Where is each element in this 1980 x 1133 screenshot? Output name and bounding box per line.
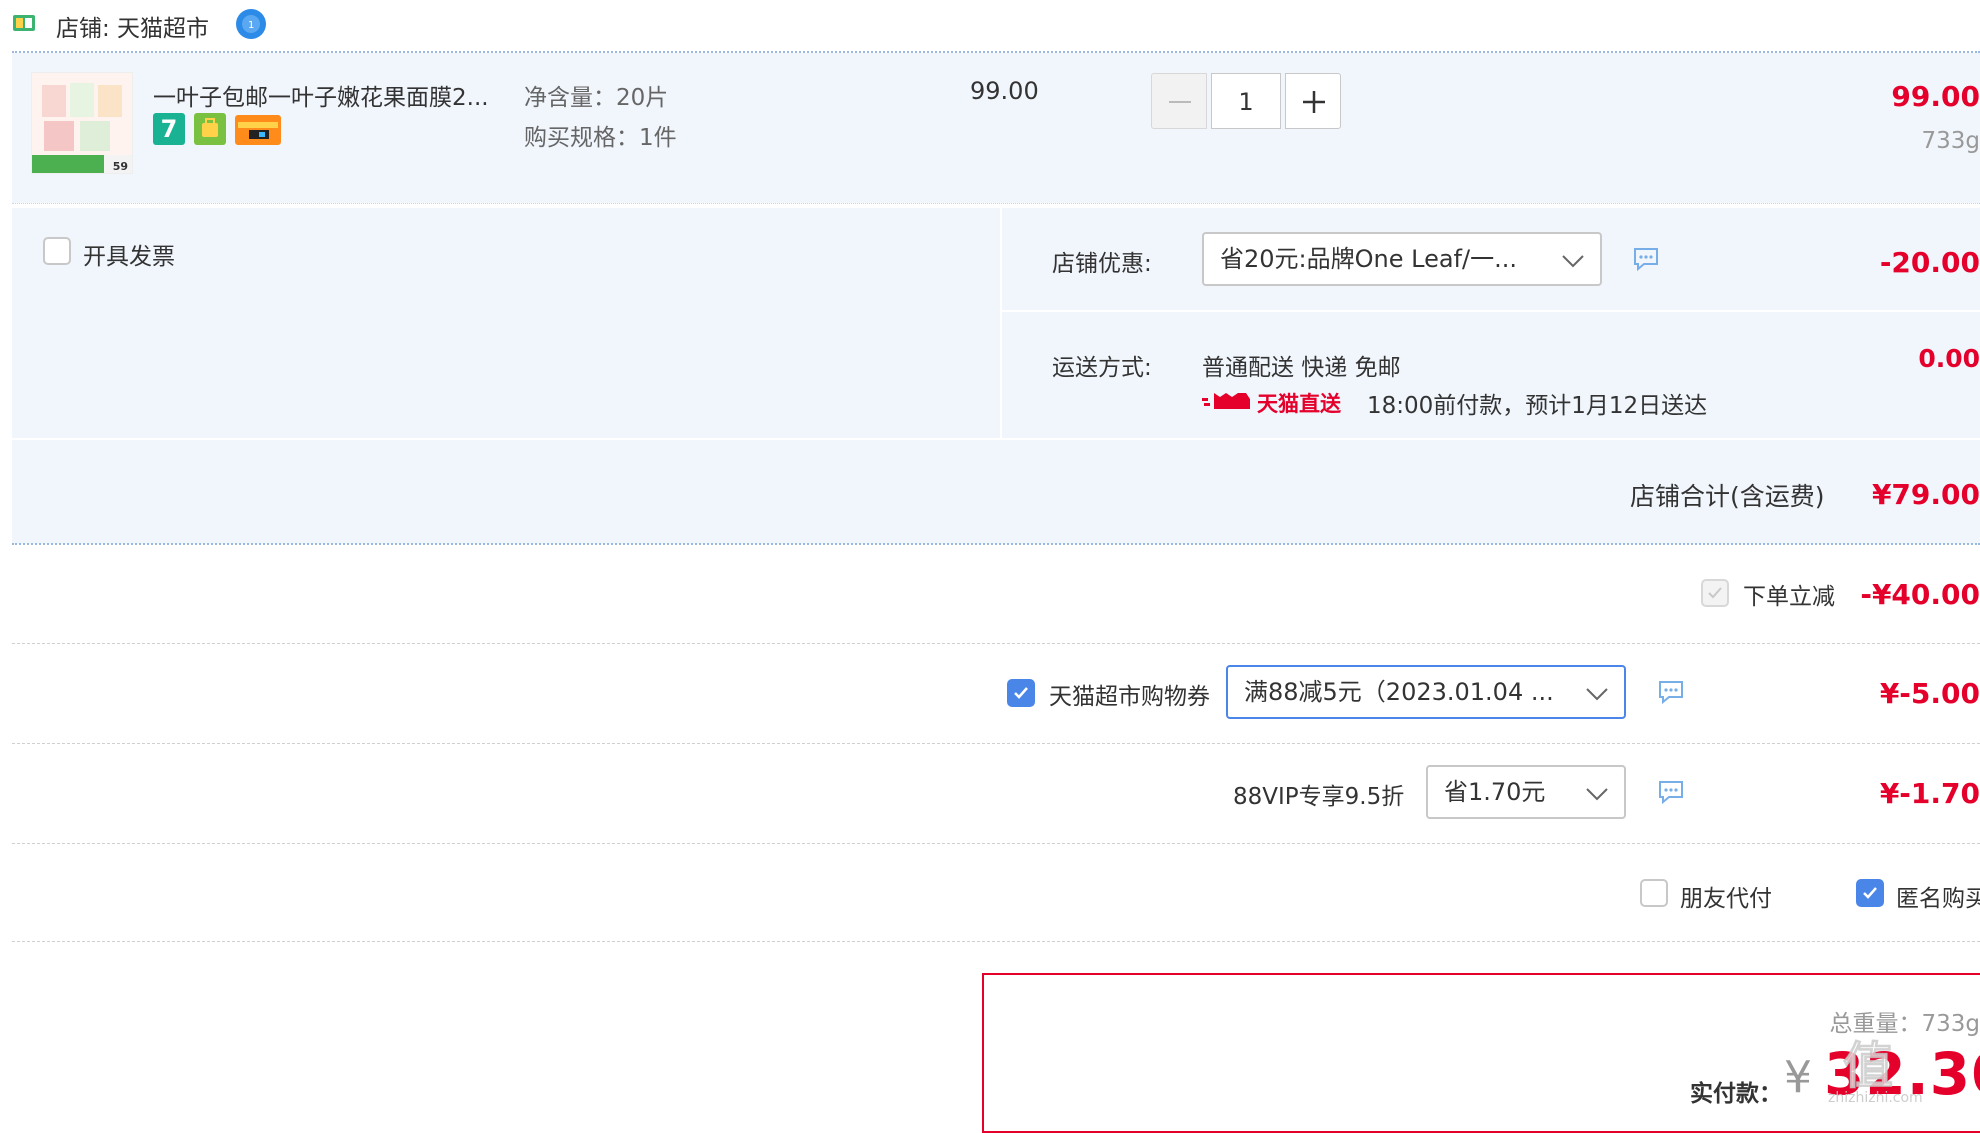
invoice-label[interactable]: 开具发票 [83,237,175,271]
watermark-domain: zhizhizhi.com [1828,1090,1923,1106]
invoice-checkbox[interactable] [43,237,71,265]
pay-currency: ¥ [1784,1052,1812,1103]
purchase-spec: 购买规格：1件 [524,118,677,152]
shipping-eta: 18:00前付款，预计1月12日送达 [1367,386,1707,420]
credit-card-badge-icon[interactable] [235,115,281,145]
vip-amount: ¥-1.70 [1880,777,1980,810]
coupon-select[interactable]: 满88减5元（2023.01.04 ... [1226,665,1626,719]
quantity-stepper: 1 [1151,73,1344,129]
divider [12,643,1980,644]
friend-pay-label[interactable]: 朋友代付 [1680,879,1772,913]
store-discount-amount: -20.00 [1880,246,1980,279]
coupon-amount: ¥-5.00 [1880,677,1980,710]
coupon-checkbox[interactable] [1007,679,1035,707]
shipping-method: 普通配送 快递 免邮 [1202,348,1401,382]
divider [12,203,1980,204]
store-total-amount: ¥79.00 [1872,478,1980,511]
divider [12,941,1980,942]
vip-message-icon[interactable] [1657,779,1685,809]
store-discount-selected: 省20元:品牌One Leaf/一... [1220,245,1517,273]
instant-discount-amount: -¥40.00 [1860,578,1980,611]
coupon-selected: 满88减5元（2023.01.04 ... [1244,678,1554,706]
seven-day-return-icon[interactable]: 7 [153,113,185,145]
increase-button[interactable] [1285,73,1341,129]
store-discount-select[interactable]: 省20元:品牌One Leaf/一... [1202,232,1602,286]
wangwang-chat-icon[interactable]: 1 [234,6,268,44]
vip-label: 88VIP专享9.5折 [1233,777,1404,811]
unit-price: 99.00 [970,77,1039,105]
shipping-label: 运送方式: [1052,348,1152,382]
friend-pay-checkbox[interactable] [1640,879,1668,907]
shopping-bag-badge-icon[interactable] [194,113,226,145]
store-discount-message-icon[interactable] [1632,246,1660,276]
quantity-input[interactable]: 1 [1211,73,1281,129]
item-subtotal: 99.00 [1891,80,1980,113]
shop-icon [12,12,36,38]
tmall-express-icon [1202,389,1254,417]
product-thumbnail[interactable]: 59 [31,72,133,174]
plus-icon [1286,74,1342,130]
pay-label: 实付款： [1690,1074,1782,1108]
store-total-label: 店铺合计(含运费) [1630,477,1825,513]
shipping-amount: 0.00 [1918,344,1980,373]
panel-divider-vertical [1000,208,1002,438]
instant-discount-checkbox [1701,579,1729,607]
shop-name[interactable]: 店铺: 天猫超市 [56,9,209,43]
tmall-express-brand: 天猫直送 [1257,388,1341,418]
chevron-down-icon [1584,781,1610,807]
coupon-message-icon[interactable] [1657,679,1685,709]
panel-divider-horizontal [1002,310,1980,312]
divider [12,843,1980,844]
item-weight: 733g [1922,128,1980,154]
coupon-label[interactable]: 天猫超市购物券 [1049,677,1210,711]
vip-selected: 省1.70元 [1444,778,1545,806]
watermark-logo: 值 [1843,1026,1893,1098]
decrease-button[interactable] [1151,73,1207,129]
instant-discount-label: 下单立减 [1743,577,1835,611]
chevron-down-icon [1584,681,1610,707]
minus-icon [1152,74,1208,130]
thumbnail-price-tag: 59 [113,160,128,173]
divider [12,543,1980,545]
chevron-down-icon [1560,248,1586,274]
net-content: 净含量：20片 [524,78,668,112]
store-discount-label: 店铺优惠: [1052,244,1152,278]
anonymous-label[interactable]: 匿名购买 [1896,879,1980,913]
vip-select[interactable]: 省1.70元 [1426,765,1626,819]
divider [12,743,1980,744]
svg-text:1: 1 [248,20,254,31]
product-row [12,53,1980,203]
product-title[interactable]: 一叶子包邮一叶子嫩花果面膜2... [153,78,489,112]
anonymous-checkbox[interactable] [1856,879,1884,907]
